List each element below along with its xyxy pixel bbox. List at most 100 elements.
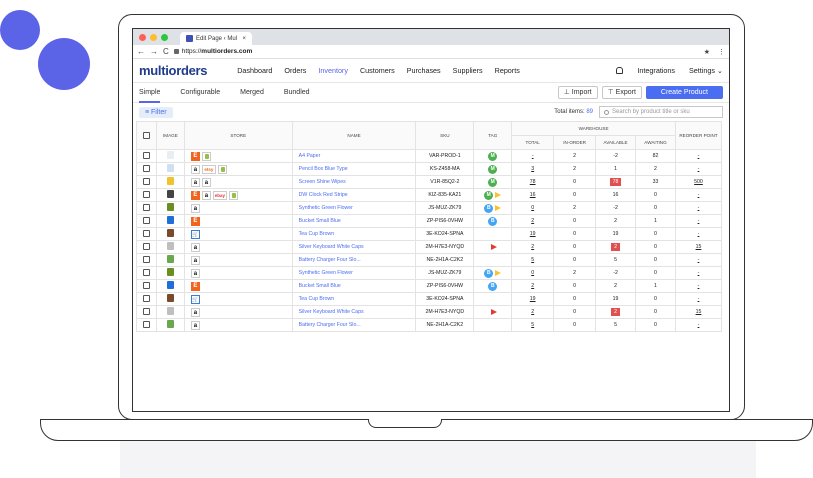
export-button[interactable]: ⊤ Export <box>601 86 642 99</box>
table-row[interactable]: Ea ebay DW Clock Red Stripe KIZ-835-KA21 M 16… <box>136 188 723 202</box>
row-reorder-point[interactable]: 15 <box>674 305 723 319</box>
header-tag[interactable]: TAG <box>473 121 513 150</box>
tab-merged[interactable]: Merged <box>240 83 264 103</box>
row-total[interactable]: 2 <box>511 305 555 319</box>
window-zoom-dot[interactable] <box>161 33 168 41</box>
row-select[interactable] <box>136 175 157 189</box>
row-reorder-point[interactable]: - <box>674 188 723 202</box>
tag-badge[interactable]: M <box>488 164 498 174</box>
nav-dashboard[interactable]: Dashboard <box>237 66 272 75</box>
row-total[interactable]: 2 <box>511 279 555 293</box>
table-row[interactable]: E Bucket Small Blue ZP-PIS6-0VHW B 2 0 2 1 - <box>136 214 723 228</box>
product-name-link[interactable]: Bucket Small Blue <box>291 279 417 293</box>
reload-icon[interactable]: C <box>163 47 169 56</box>
header-select-all[interactable] <box>136 121 157 150</box>
nav-suppliers[interactable]: Suppliers <box>453 66 483 75</box>
reorder-value[interactable]: - <box>698 257 700 263</box>
row-checkbox[interactable] <box>142 203 150 211</box>
close-icon[interactable]: × <box>242 36 246 42</box>
row-checkbox[interactable] <box>142 164 150 172</box>
total-value[interactable]: 3 <box>531 166 534 172</box>
product-name-link[interactable]: Silver Keyboard White Caps <box>291 240 417 254</box>
row-select[interactable] <box>136 318 157 332</box>
row-reorder-point[interactable]: - <box>674 279 723 293</box>
import-button[interactable]: ⊥ Import <box>557 86 598 99</box>
reorder-value[interactable]: - <box>698 192 700 198</box>
row-checkbox[interactable] <box>142 242 150 250</box>
row-total[interactable]: 5 <box>511 253 555 267</box>
row-checkbox[interactable] <box>142 268 150 276</box>
row-checkbox[interactable] <box>142 216 150 224</box>
tag-badge[interactable]: M <box>484 190 494 200</box>
row-select[interactable] <box>136 201 157 215</box>
nav-reports[interactable]: Reports <box>495 66 520 75</box>
reorder-value[interactable]: - <box>698 153 700 159</box>
row-checkbox[interactable] <box>142 229 150 237</box>
row-checkbox[interactable] <box>142 320 150 328</box>
nav-customers[interactable]: Customers <box>360 66 395 75</box>
browser-tab[interactable]: Edit Page ‹ Mul × <box>180 32 252 45</box>
row-reorder-point[interactable]: - <box>674 149 723 163</box>
forward-icon[interactable]: → <box>150 47 158 56</box>
row-total[interactable]: 16 <box>511 188 555 202</box>
reorder-value[interactable]: 15 <box>696 309 702 315</box>
product-name-link[interactable]: A4 Paper <box>291 149 417 163</box>
row-reorder-point[interactable]: - <box>674 214 723 228</box>
row-total[interactable]: 19 <box>511 227 555 241</box>
tag-badge[interactable]: B <box>488 281 498 291</box>
nav-inventory[interactable]: Inventory <box>318 66 348 75</box>
table-row[interactable]: a Battery Charger Four Slo... NE-2H1A-C2K2… <box>136 318 723 332</box>
total-value[interactable]: 0 <box>531 205 534 211</box>
row-select[interactable] <box>136 240 157 254</box>
header-reorder-point[interactable]: REORDER POINT <box>674 121 723 150</box>
tag-badge[interactable]: M <box>488 151 498 161</box>
row-select[interactable] <box>136 305 157 319</box>
header-sku[interactable]: SKU <box>415 121 475 150</box>
total-value[interactable]: 2 <box>531 218 534 224</box>
header-name[interactable]: NAME <box>291 121 417 150</box>
bell-icon[interactable] <box>616 67 624 74</box>
tag-badge[interactable]: B <box>484 203 494 213</box>
table-row[interactable]: a Silver Keyboard White Caps 2M-H7E3-NYQD 2… <box>136 305 723 319</box>
back-icon[interactable]: ← <box>137 47 145 56</box>
nav-purchases[interactable]: Purchases <box>407 66 441 75</box>
nav-integrations[interactable]: Integrations <box>637 66 675 75</box>
bookmark-star-icon[interactable]: ★ <box>704 48 710 56</box>
row-reorder-point[interactable]: - <box>674 318 723 332</box>
tag-badge[interactable]: B <box>484 268 494 278</box>
row-total[interactable]: 2 <box>511 240 555 254</box>
product-name-link[interactable]: Battery Charger Four Slo... <box>291 253 417 267</box>
product-name-link[interactable]: Battery Charger Four Slo... <box>291 318 417 332</box>
product-name-link[interactable]: Silver Keyboard White Caps <box>291 305 417 319</box>
total-value[interactable]: 5 <box>531 322 534 328</box>
row-reorder-point[interactable]: 15 <box>674 240 723 254</box>
row-reorder-point[interactable]: - <box>674 266 723 280</box>
search-input[interactable]: Search by product title or sku <box>599 106 723 118</box>
total-value[interactable]: 2 <box>531 309 534 315</box>
row-select[interactable] <box>136 162 157 176</box>
select-all-checkbox[interactable] <box>142 131 150 139</box>
tab-simple[interactable]: Simple <box>139 83 161 103</box>
row-checkbox[interactable] <box>142 151 150 159</box>
browser-menu-icon[interactable]: ⋮ <box>718 48 725 56</box>
total-value[interactable]: 16 <box>530 192 536 198</box>
row-checkbox[interactable] <box>142 307 150 315</box>
row-select[interactable] <box>136 188 157 202</box>
tab-configurable[interactable]: Configurable <box>180 83 220 103</box>
reorder-value[interactable]: - <box>698 166 700 172</box>
table-row[interactable]: E Bucket Small Blue ZP-PIS6-0VHW B 2 0 2 1 - <box>136 279 723 293</box>
table-row[interactable]: 🛒 Tea Cup Brown 3E-KO24-SPNA 19 0 19 0 - <box>136 227 723 241</box>
total-value[interactable]: 2 <box>531 283 534 289</box>
row-checkbox[interactable] <box>142 177 150 185</box>
nav-orders[interactable]: Orders <box>284 66 306 75</box>
row-checkbox[interactable] <box>142 294 150 302</box>
table-row[interactable]: a etsy Pencil Box Blue Type KS-Z458-MA M 3 2 1 2… <box>136 162 723 176</box>
table-row[interactable]: a Synthetic Green Flower JS-MUZ-ZK79 B 0 2 -2 0… <box>136 266 723 280</box>
filter-button[interactable]: ≡ Filter <box>139 106 173 118</box>
product-name-link[interactable]: Synthetic Green Flower <box>291 201 417 215</box>
table-row[interactable]: a Silver Keyboard White Caps 2M-H7E3-NYQD 2… <box>136 240 723 254</box>
row-total[interactable]: 2 <box>511 214 555 228</box>
row-total[interactable]: 0 <box>511 266 555 280</box>
reorder-value[interactable]: - <box>698 322 700 328</box>
total-value[interactable]: 19 <box>530 231 536 237</box>
